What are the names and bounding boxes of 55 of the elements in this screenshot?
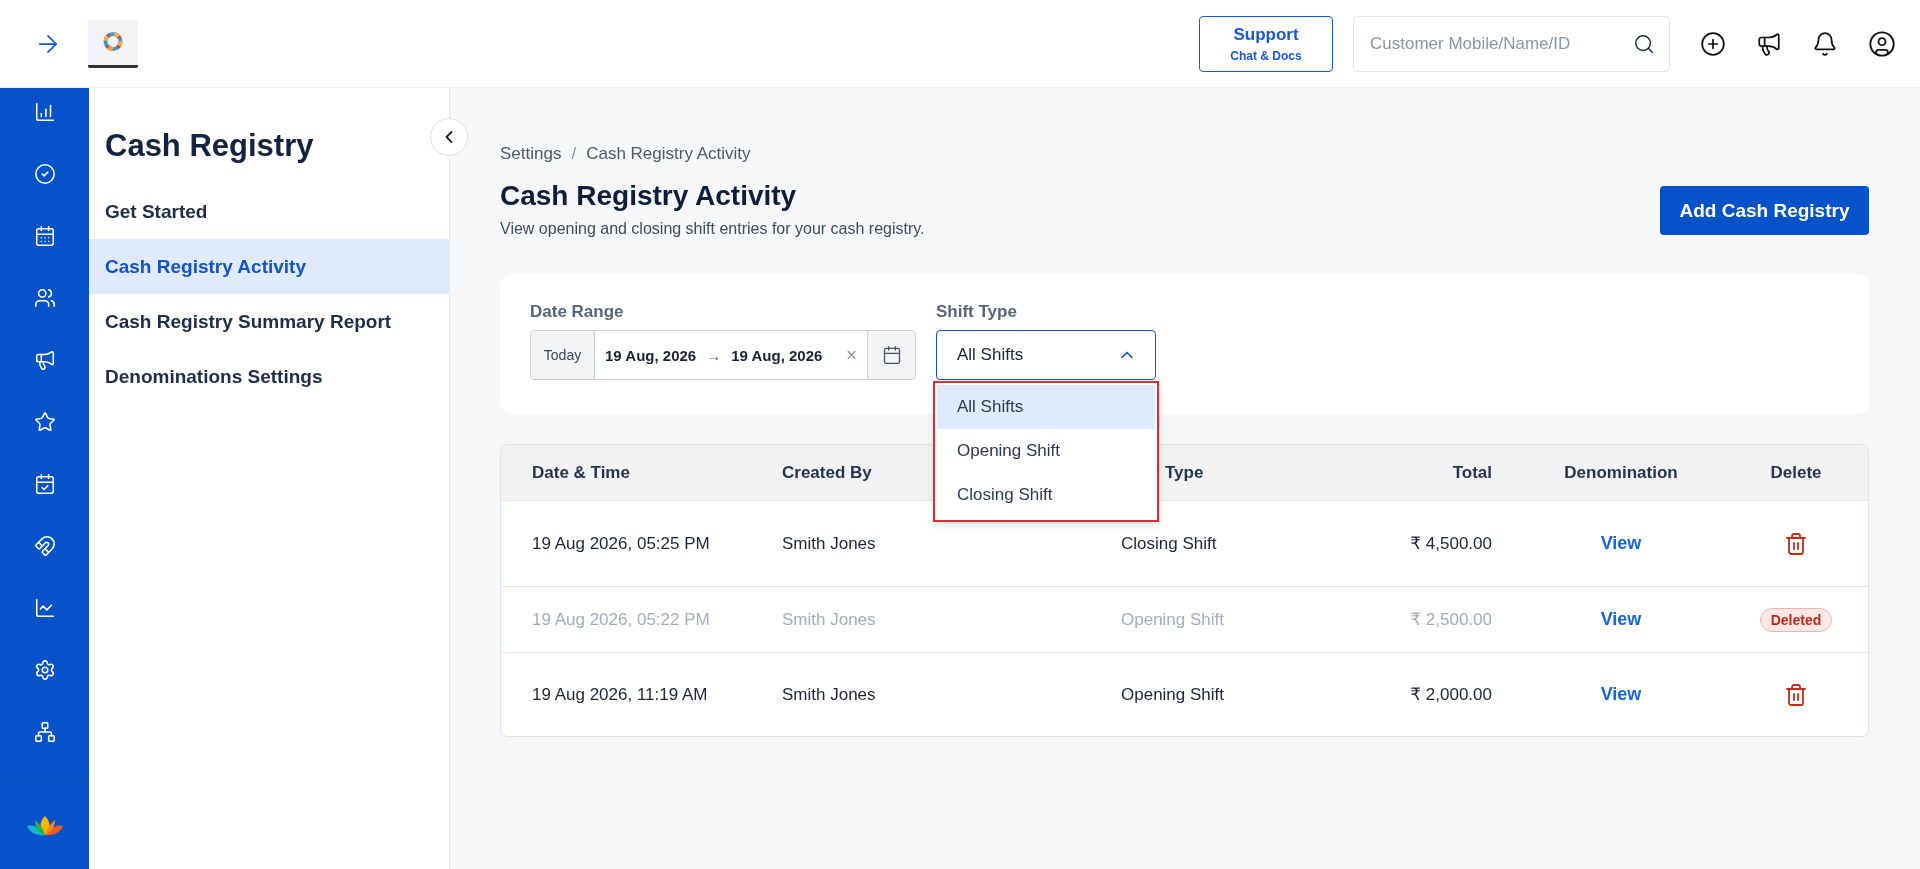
- column-header: Type: [1164, 462, 1205, 483]
- add-cash-registry-button[interactable]: Add Cash Registry: [1660, 186, 1869, 235]
- add-icon[interactable]: [1700, 30, 1726, 57]
- range-arrow: →: [706, 346, 722, 364]
- megaphone-icon[interactable]: [1756, 30, 1782, 57]
- end-date: 19 Aug, 2026: [731, 346, 823, 364]
- table-cell-text: 19 Aug 2026, 05:22 PM: [532, 609, 711, 630]
- bell-icon[interactable]: [1812, 30, 1838, 57]
- status-badge: Deleted: [1759, 607, 1833, 632]
- column-header: Delete: [1769, 462, 1823, 483]
- table-cell-text: Opening Shift: [1121, 684, 1225, 705]
- shift-type-select[interactable]: All Shifts: [936, 330, 1156, 380]
- table-cell-text: 19 Aug 2026, 11:19 AM: [532, 684, 709, 705]
- profile-icon[interactable]: [1868, 29, 1896, 58]
- table-cell-text: Closing Shift: [1121, 533, 1218, 554]
- today-button[interactable]: Today: [531, 331, 595, 379]
- table-cell-text: Opening Shift: [1121, 609, 1225, 630]
- trash-icon[interactable]: [1784, 682, 1808, 707]
- start-date: 19 Aug, 2026: [605, 346, 697, 364]
- date-range-field[interactable]: Today 19 Aug, 2026 → 19 Aug, 2026 ×: [530, 330, 916, 380]
- search-icon: [1633, 32, 1655, 55]
- column-header: Denomination: [1563, 462, 1679, 483]
- search-input[interactable]: Customer Mobile/Name/ID: [1368, 32, 1625, 55]
- column-header: Date & Time: [532, 462, 631, 483]
- support-button[interactable]: Support Chat & Docs: [1199, 15, 1333, 72]
- column-header: Total: [1451, 462, 1492, 483]
- table-cell-text: 19 Aug 2026, 05:25 PM: [532, 533, 711, 554]
- column-header: Created By: [782, 462, 873, 483]
- table-cell-text: Smith Jones: [782, 684, 877, 705]
- trash-icon[interactable]: [1784, 531, 1808, 556]
- table-cell-text: Smith Jones: [782, 533, 877, 554]
- dropdown-option[interactable]: All Shifts: [937, 385, 1155, 429]
- view-link[interactable]: View: [1600, 533, 1642, 554]
- view-link[interactable]: View: [1600, 684, 1642, 705]
- table-cell-text: ₹ 4,500.00: [1409, 533, 1492, 554]
- sidebar-item[interactable]: Cash Registry Summary Report: [89, 294, 449, 349]
- breadcrumb-link[interactable]: Settings: [500, 144, 562, 164]
- logo-icon: [88, 19, 138, 68]
- sidebar-title: Cash Registry: [104, 128, 315, 164]
- table-cell-text: ₹ 2,500.00: [1409, 609, 1492, 630]
- view-link[interactable]: View: [1600, 609, 1642, 630]
- field-label: Shift Type: [936, 302, 1018, 322]
- sidebar-item[interactable]: Denominations Settings: [89, 349, 449, 404]
- search-field[interactable]: Customer Mobile/Name/ID: [1353, 15, 1670, 72]
- sidebar-item[interactable]: Get Started: [89, 184, 449, 239]
- page-subtitle: View opening and closing shift entries for your cash registry.: [500, 220, 925, 238]
- table-cell-text: ₹ 2,000.00: [1409, 684, 1492, 705]
- calendar-button[interactable]: [867, 331, 915, 379]
- calendar-icon: [881, 345, 902, 365]
- field-label: Date Range: [530, 302, 625, 322]
- table-cell-text: Smith Jones: [782, 609, 877, 630]
- page-title: Cash Registry Activity: [500, 180, 798, 212]
- breadcrumb-link[interactable]: Cash Registry Activity: [586, 144, 751, 164]
- sidebar-item[interactable]: Cash Registry Activity: [89, 239, 449, 294]
- breadcrumb-separator: /: [571, 144, 577, 164]
